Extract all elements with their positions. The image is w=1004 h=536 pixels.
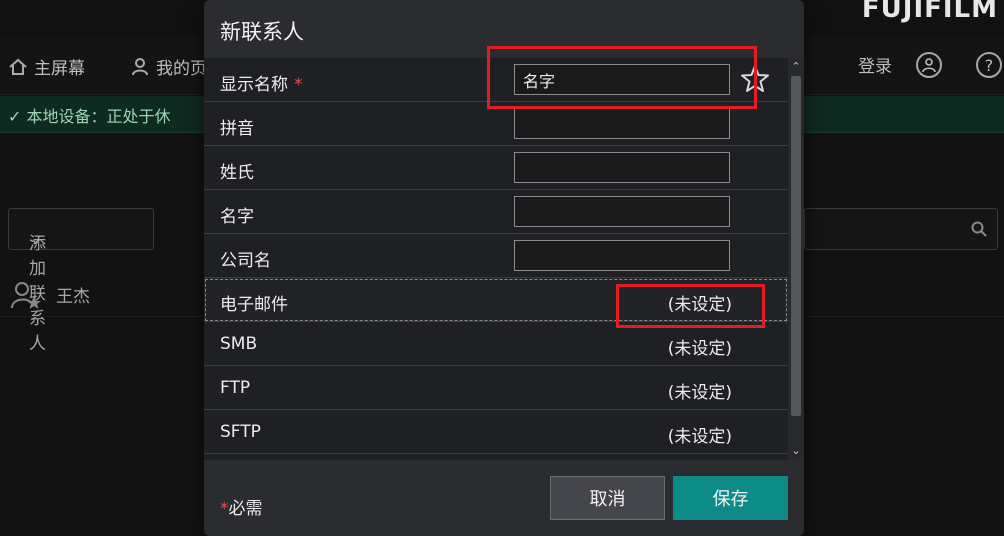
cancel-button[interactable]: 取消 [550, 476, 665, 520]
field-label: 拼音 [220, 119, 254, 139]
row-label: SMB [220, 334, 258, 354]
row-sftp[interactable]: SFTP (未设定) [204, 410, 788, 454]
row-value: (未设定) [667, 427, 732, 447]
scrollbar[interactable]: ⌃ ⌄ [788, 58, 804, 460]
dialog-title: 新联系人 [220, 20, 304, 44]
field-company: 公司名 [204, 234, 788, 278]
avatar-icon[interactable] [916, 52, 942, 78]
required-asterisk: * [294, 75, 303, 95]
search-input[interactable] [804, 208, 998, 250]
row-label: SFTP [220, 422, 261, 442]
chevron-down-icon: ⌄ [29, 229, 44, 249]
scroll-thumb[interactable] [791, 76, 801, 416]
brand-logo: FUJIFILM [861, 0, 998, 24]
check-icon: ✓ [8, 107, 27, 126]
row-label: 电子邮件 [220, 295, 288, 315]
row-value: (未设定) [667, 295, 732, 315]
new-contact-dialog: 新联系人 显示名称* 拼音 姓氏 名字 公司名 电子邮件 (未设定) SMB [204, 0, 804, 536]
row-value: (未设定) [667, 339, 732, 359]
contact-name: 王杰 [56, 287, 90, 307]
help-icon[interactable]: ? [976, 52, 1002, 78]
field-label: 显示名称 * [220, 75, 303, 95]
field-label: 姓氏 [220, 163, 254, 183]
field-label: 公司名 [220, 251, 271, 271]
row-ftp[interactable]: FTP (未设定) [204, 366, 788, 410]
add-contact-dropdown[interactable]: 添加联系人 ⌄ [8, 208, 154, 354]
field-pinyin: 拼音 [204, 102, 788, 146]
status-text: ✓ 本地设备：正处于休 [8, 107, 171, 126]
field-surname: 姓氏 [204, 146, 788, 190]
field-display-name: 显示名称 * [204, 58, 788, 102]
pinyin-input[interactable] [514, 108, 730, 139]
surname-input[interactable] [514, 152, 730, 183]
save-button[interactable]: 保存 [673, 476, 788, 520]
row-value: (未设定) [667, 383, 732, 403]
display-name-input[interactable] [514, 64, 730, 95]
nav-my[interactable]: 我的页 [130, 54, 207, 79]
star-icon[interactable] [739, 63, 771, 95]
chevron-down-icon[interactable]: ⌄ [790, 445, 802, 457]
row-smb[interactable]: SMB (未设定) [204, 322, 788, 366]
login-link[interactable]: 登录 [858, 52, 892, 77]
contact-favorite-icon [11, 282, 41, 309]
row-email[interactable]: 电子邮件 (未设定) [204, 278, 788, 322]
required-note: *必需 [220, 499, 263, 519]
nav-my-label: 我的页 [156, 59, 207, 79]
nav-home-label: 主屏幕 [34, 59, 85, 79]
home-icon [9, 58, 27, 75]
nav-home[interactable]: 主屏幕 [8, 54, 85, 79]
field-given-name: 名字 [204, 190, 788, 234]
company-input[interactable] [514, 240, 730, 271]
form-list: 显示名称* 拼音 姓氏 名字 公司名 电子邮件 (未设定) SMB (未设定) [204, 58, 788, 460]
search-icon[interactable] [971, 221, 987, 237]
chevron-up-icon[interactable]: ⌃ [790, 61, 802, 73]
row-label: FTP [220, 378, 251, 398]
given-name-input[interactable] [514, 196, 730, 227]
field-label: 名字 [220, 207, 254, 227]
user-icon [132, 57, 148, 75]
